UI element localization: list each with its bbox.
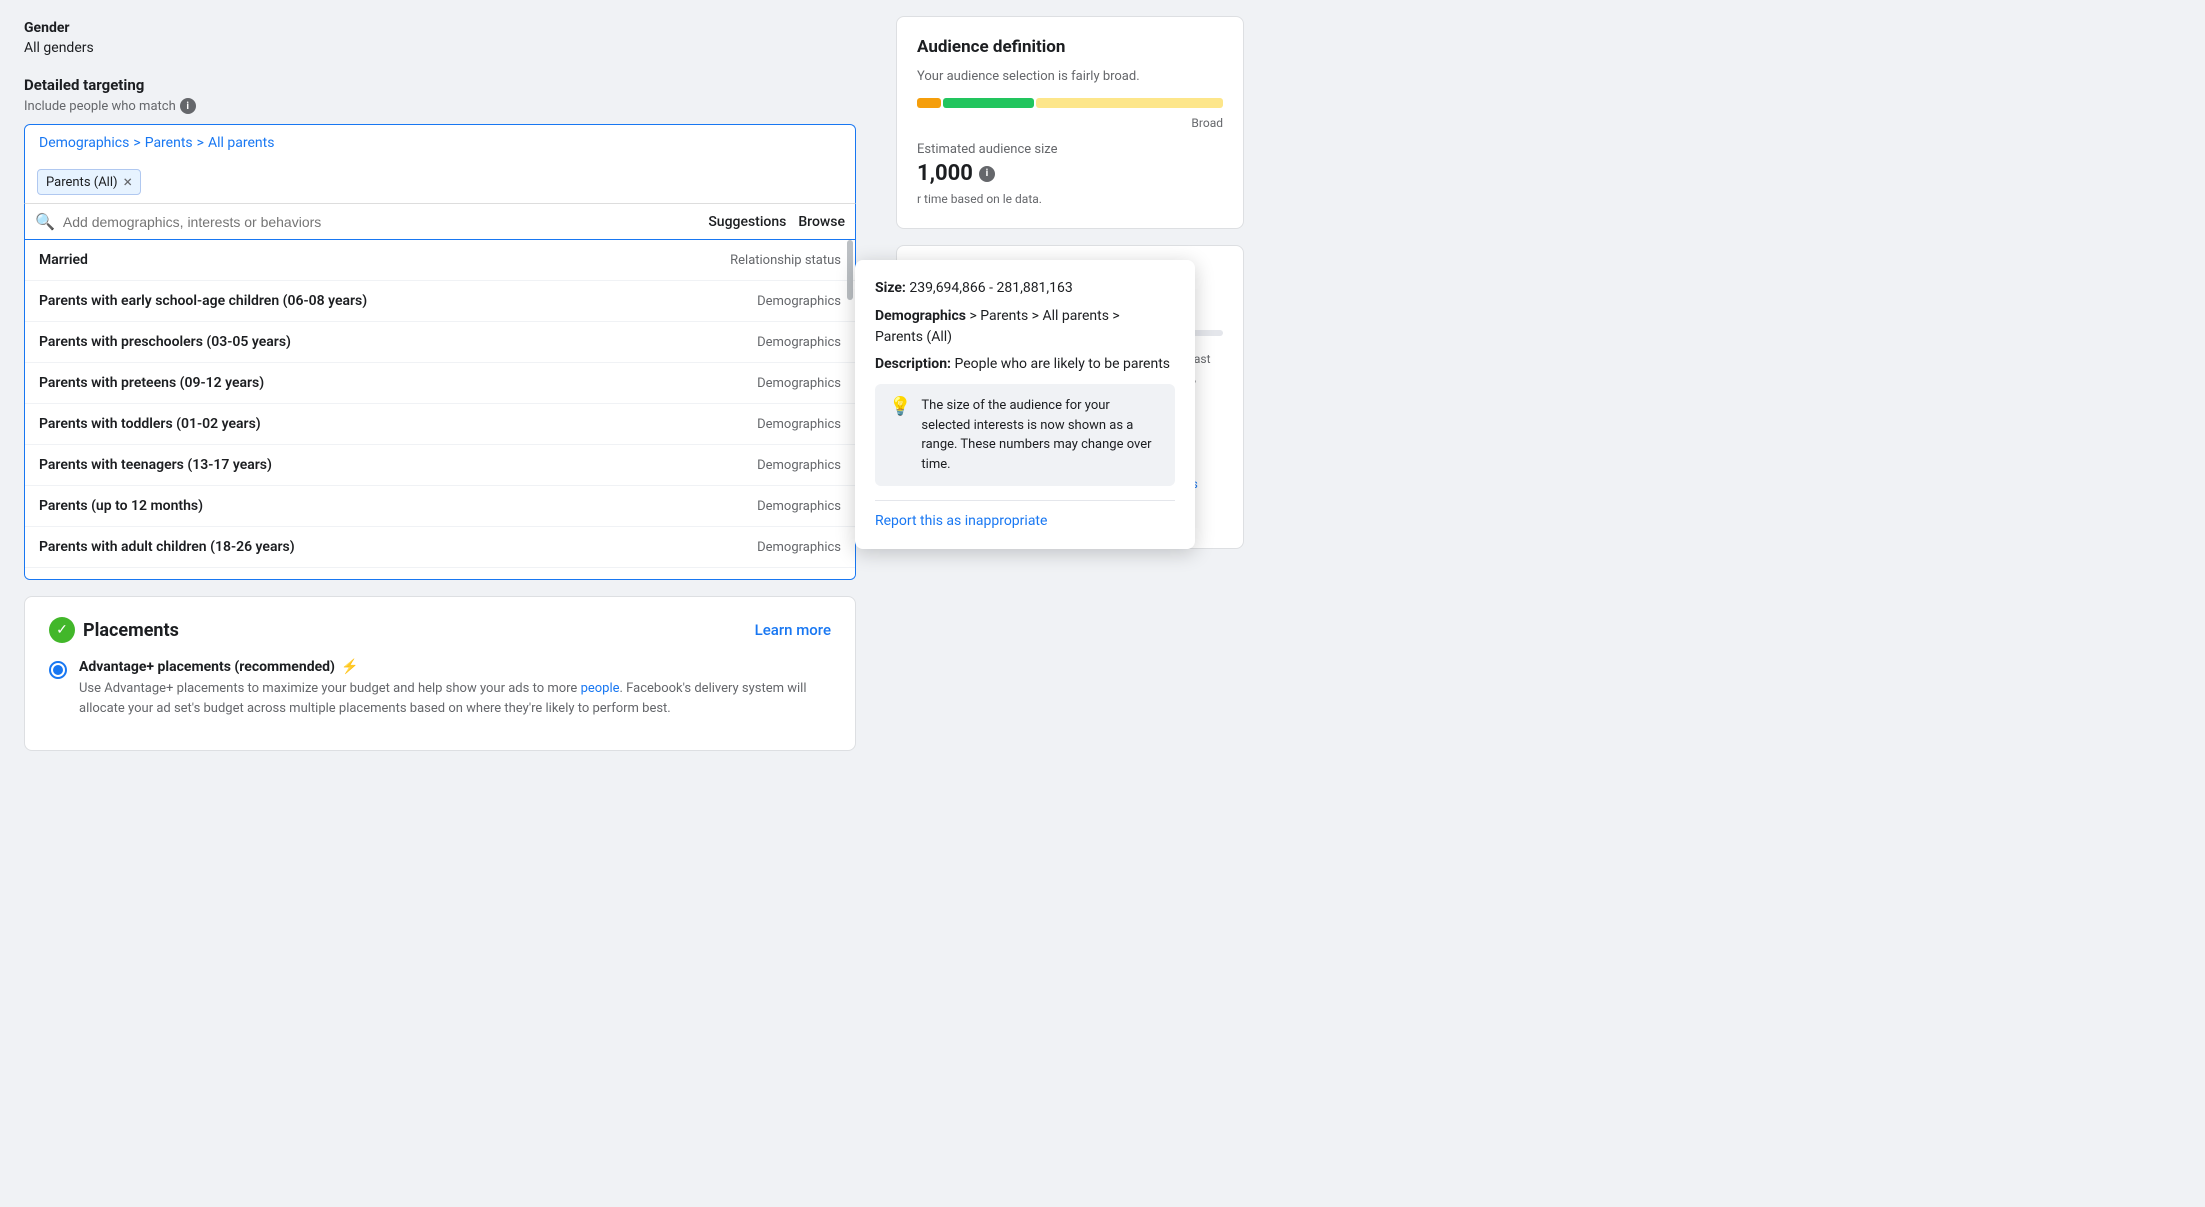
people-link[interactable]: people [581,681,620,696]
search-actions: Suggestions Browse [708,214,845,230]
audience-size-info-icon[interactable]: i [979,166,995,182]
breadcrumb: Demographics > Parents > All parents [24,124,856,161]
breadcrumb-sep2: > [197,135,204,151]
advantage-icon: ⚡ [341,659,358,675]
browse-button[interactable]: Browse [798,214,845,230]
list-item[interactable]: Parents with teenagers (13-17 years) Dem… [25,445,855,486]
advantage-title: Advantage+ placements (recommended) ⚡ [79,659,831,675]
check-circle-icon: ✓ [49,617,75,643]
list-item[interactable]: Parents with early school-age children (… [25,281,855,322]
scrollbar[interactable] [847,240,853,300]
placements-section: ✓ Placements Learn more Advantage+ place… [24,596,856,751]
right-panel: Audience definition Your audience select… [880,0,1260,1207]
breadcrumb-sep1: > [133,135,140,151]
list-item[interactable]: Parents with toddlers (01-02 years) Demo… [25,404,855,445]
tag-close-button[interactable]: × [124,174,133,190]
report-inappropriate-link[interactable]: Report this as inappropriate [875,513,1047,529]
audience-size-note: r time based on le data. [917,190,1223,208]
list-item[interactable]: In a relationship Relationship status [25,568,855,580]
audience-bar [917,98,1223,108]
tooltip-path: Demographics > Parents > All parents >Pa… [875,306,1175,348]
placements-title-wrap: ✓ Placements [49,617,179,643]
advantage-desc: Use Advantage+ placements to maximize yo… [79,679,831,718]
suggestions-button[interactable]: Suggestions [708,214,786,230]
advantage-radio[interactable] [49,661,67,679]
broad-label: Broad [917,116,1223,130]
detailed-targeting-section: Detailed targeting Include people who ma… [24,76,856,580]
list-item[interactable]: Parents with preschoolers (03-05 years) … [25,322,855,363]
tag-row: Parents (All) × [24,161,856,203]
tooltip-popup: Size: 239,694,866 - 281,881,163 Demograp… [855,260,1195,549]
breadcrumb-all-parents[interactable]: All parents [208,135,274,151]
placements-learn-more[interactable]: Learn more [755,621,831,639]
tooltip-desc: Description: People who are likely to be… [875,356,1175,372]
gender-label: Gender [24,20,856,36]
parents-all-tag: Parents (All) × [37,169,141,195]
tooltip-divider [875,500,1175,501]
audience-definition-card: Audience definition Your audience select… [896,16,1244,229]
gender-section: Gender All genders [24,20,856,56]
detailed-targeting-title: Detailed targeting [24,76,856,94]
search-container: 🔍 Suggestions Browse [24,203,856,240]
lightbulb-text: The size of the audience for your select… [921,396,1161,474]
include-info-icon[interactable]: i [180,98,196,114]
search-input[interactable] [63,214,700,230]
placements-title: Placements [83,620,179,641]
breadcrumb-demographics[interactable]: Demographics [39,135,129,151]
lightbulb-icon: 💡 [889,396,911,417]
search-icon: 🔍 [35,212,55,231]
tooltip-lightbulb-box: 💡 The size of the audience for your sele… [875,384,1175,486]
list-item[interactable]: Parents with adult children (18-26 years… [25,527,855,568]
include-label: Include people who match i [24,98,856,114]
tag-label: Parents (All) [46,175,118,190]
advantage-placement-option[interactable]: Advantage+ placements (recommended) ⚡ Us… [49,659,831,718]
tooltip-size: Size: 239,694,866 - 281,881,163 [875,280,1175,296]
list-item[interactable]: Parents with preteens (09-12 years) Demo… [25,363,855,404]
bar-red [917,98,941,108]
audience-definition-title: Audience definition [917,37,1223,57]
bar-green [943,98,1034,108]
bar-yellow [1036,98,1223,108]
breadcrumb-parents[interactable]: Parents [145,135,193,151]
placements-header: ✓ Placements Learn more [49,617,831,643]
list-item[interactable]: Parents (up to 12 months) Demographics [25,486,855,527]
dropdown-list: Married Relationship status Parents with… [24,240,856,580]
audience-subtitle: Your audience selection is fairly broad. [917,69,1223,84]
size-label: Estimated audience size [917,142,1223,157]
audience-size-value: 1,000 i [917,161,1223,186]
list-item[interactable]: Married Relationship status [25,240,855,281]
gender-value: All genders [24,40,856,56]
